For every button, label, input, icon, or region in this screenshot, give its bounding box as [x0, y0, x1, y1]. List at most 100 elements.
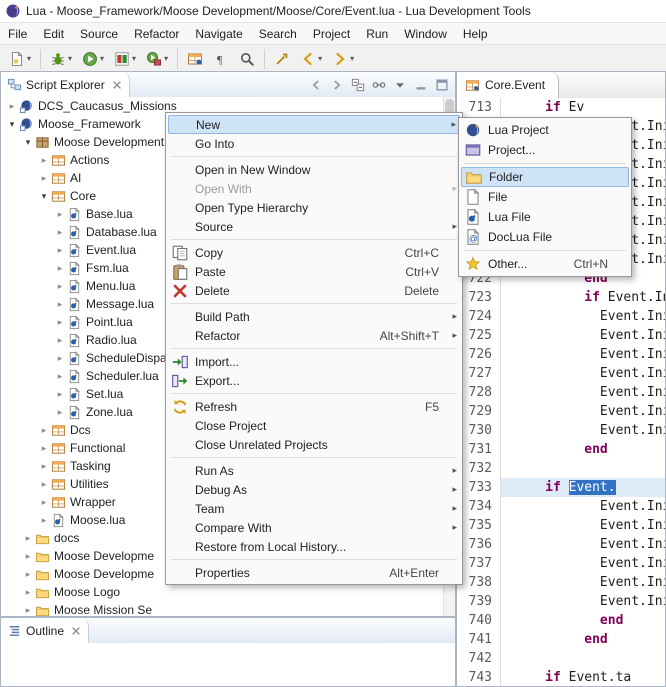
line-number[interactable]: 724: [457, 307, 501, 326]
collapsed-arrow-icon[interactable]: ▸: [21, 605, 35, 616]
code-line-735[interactable]: 735 Event.Initi: [457, 516, 665, 535]
expanded-arrow-icon[interactable]: ▾: [21, 137, 35, 148]
nav-back-button[interactable]: [306, 75, 326, 95]
code-line-732[interactable]: 732: [457, 459, 665, 478]
line-number[interactable]: 734: [457, 497, 501, 516]
line-number[interactable]: 735: [457, 516, 501, 535]
code-line-743[interactable]: 743 if Event.ta: [457, 668, 665, 686]
line-number[interactable]: 726: [457, 345, 501, 364]
collapsed-arrow-icon[interactable]: ▸: [53, 281, 67, 292]
menu-item-paste[interactable]: PasteCtrl+V: [168, 262, 460, 281]
line-number[interactable]: 737: [457, 554, 501, 573]
menu-item-open-in-new-window[interactable]: Open in New Window: [168, 160, 460, 179]
menubar-item-navigate[interactable]: Navigate: [187, 25, 250, 43]
menu-item-refresh[interactable]: RefreshF5: [168, 397, 460, 416]
menu-item-export[interactable]: Export...: [168, 371, 460, 390]
code-line-725[interactable]: 725 Event.Initi: [457, 326, 665, 345]
collapsed-arrow-icon[interactable]: ▸: [53, 335, 67, 346]
collapse-all-button[interactable]: [348, 75, 368, 95]
external-tools-button[interactable]: ▾: [142, 47, 172, 71]
menubar-item-window[interactable]: Window: [396, 25, 455, 43]
close-icon[interactable]: [70, 625, 82, 637]
menu-item-close-unrelated-projects[interactable]: Close Unrelated Projects: [168, 435, 460, 454]
menu-item-debug-as[interactable]: Debug As▸: [168, 480, 460, 499]
code-line-734[interactable]: 734 Event.Initi: [457, 497, 665, 516]
code-line-726[interactable]: 726 Event.Initi: [457, 345, 665, 364]
collapsed-arrow-icon[interactable]: ▸: [53, 317, 67, 328]
line-number[interactable]: 723: [457, 288, 501, 307]
code-line-737[interactable]: 737 Event.Initi: [457, 554, 665, 573]
menu-item-doclua-file[interactable]: @DocLua File: [461, 227, 629, 247]
collapsed-arrow-icon[interactable]: ▸: [53, 209, 67, 220]
menu-item-properties[interactable]: PropertiesAlt+Enter: [168, 563, 460, 582]
line-number[interactable]: 733: [457, 478, 501, 497]
new-lua-module-button[interactable]: [183, 47, 207, 71]
menu-item-import[interactable]: Import...: [168, 352, 460, 371]
collapsed-arrow-icon[interactable]: ▸: [37, 479, 51, 490]
collapsed-arrow-icon[interactable]: ▸: [53, 263, 67, 274]
dropdown-arrow-icon[interactable]: ▾: [164, 54, 168, 63]
menu-item-project[interactable]: Project...: [461, 140, 629, 160]
code-line-728[interactable]: 728 Event.Initi: [457, 383, 665, 402]
code-line-736[interactable]: 736 Event.Initi: [457, 535, 665, 554]
collapsed-arrow-icon[interactable]: ▸: [53, 371, 67, 382]
line-number[interactable]: 743: [457, 668, 501, 686]
code-line-742[interactable]: 742: [457, 649, 665, 668]
line-number[interactable]: 741: [457, 630, 501, 649]
line-number[interactable]: 742: [457, 649, 501, 668]
code-line-713[interactable]: 713 if Ev: [457, 98, 665, 117]
menubar-item-edit[interactable]: Edit: [35, 25, 72, 43]
debug-button[interactable]: ▾: [46, 47, 76, 71]
dropdown-arrow-icon[interactable]: ▾: [68, 54, 72, 63]
menu-item-new[interactable]: New▸: [168, 115, 460, 134]
menubar-item-run[interactable]: Run: [358, 25, 396, 43]
back-button[interactable]: ▾: [296, 47, 326, 71]
menu-item-open-with[interactable]: Open With▸: [168, 179, 460, 198]
dropdown-arrow-icon[interactable]: ▾: [27, 54, 31, 63]
line-number[interactable]: 727: [457, 364, 501, 383]
menu-item-lua-file[interactable]: Lua File: [461, 207, 629, 227]
code-line-729[interactable]: 729 Event.Initi: [457, 402, 665, 421]
line-number[interactable]: 725: [457, 326, 501, 345]
menu-item-close-project[interactable]: Close Project: [168, 416, 460, 435]
line-number[interactable]: 731: [457, 440, 501, 459]
code-line-733[interactable]: 733 if Event.: [457, 478, 665, 497]
dropdown-arrow-icon[interactable]: ▾: [100, 54, 104, 63]
line-number[interactable]: 729: [457, 402, 501, 421]
editor-tab-core-event[interactable]: Core.Event: [457, 72, 559, 98]
collapsed-arrow-icon[interactable]: ▸: [21, 587, 35, 598]
forward-button[interactable]: ▾: [328, 47, 358, 71]
menu-item-lua-project[interactable]: Lua Project: [461, 120, 629, 140]
menu-item-team[interactable]: Team▸: [168, 499, 460, 518]
line-number[interactable]: 739: [457, 592, 501, 611]
collapsed-arrow-icon[interactable]: ▸: [53, 245, 67, 256]
code-line-724[interactable]: 724 Event.Initi: [457, 307, 665, 326]
menu-item-folder[interactable]: Folder: [461, 167, 629, 187]
code-line-723[interactable]: 723 if Event.Ini: [457, 288, 665, 307]
show-whitespace-button[interactable]: ¶: [209, 47, 233, 71]
collapsed-arrow-icon[interactable]: ▸: [37, 497, 51, 508]
menu-item-build-path[interactable]: Build Path▸: [168, 307, 460, 326]
menu-item-compare-with[interactable]: Compare With▸: [168, 518, 460, 537]
menubar-item-project[interactable]: Project: [305, 25, 358, 43]
menu-item-copy[interactable]: CopyCtrl+C: [168, 243, 460, 262]
collapsed-arrow-icon[interactable]: ▸: [53, 389, 67, 400]
menubar-item-source[interactable]: Source: [72, 25, 126, 43]
menu-item-file[interactable]: File: [461, 187, 629, 207]
last-edit-location-button[interactable]: [270, 47, 294, 71]
code-line-727[interactable]: 727 Event.Initi: [457, 364, 665, 383]
menubar-item-help[interactable]: Help: [455, 25, 496, 43]
collapsed-arrow-icon[interactable]: ▸: [37, 515, 51, 526]
collapsed-arrow-icon[interactable]: ▸: [37, 173, 51, 184]
script-explorer-tab[interactable]: Script Explorer: [1, 72, 130, 97]
collapsed-arrow-icon[interactable]: ▸: [21, 551, 35, 562]
menu-item-open-type-hierarchy[interactable]: Open Type Hierarchy: [168, 198, 460, 217]
collapsed-arrow-icon[interactable]: ▸: [37, 425, 51, 436]
collapsed-arrow-icon[interactable]: ▸: [53, 227, 67, 238]
menubar-item-search[interactable]: Search: [251, 25, 305, 43]
link-with-editor-button[interactable]: [369, 75, 389, 95]
menu-item-run-as[interactable]: Run As▸: [168, 461, 460, 480]
coverage-button[interactable]: ▾: [110, 47, 140, 71]
code-line-730[interactable]: 730 Event.Initi: [457, 421, 665, 440]
code-line-739[interactable]: 739 Event.Initi: [457, 592, 665, 611]
